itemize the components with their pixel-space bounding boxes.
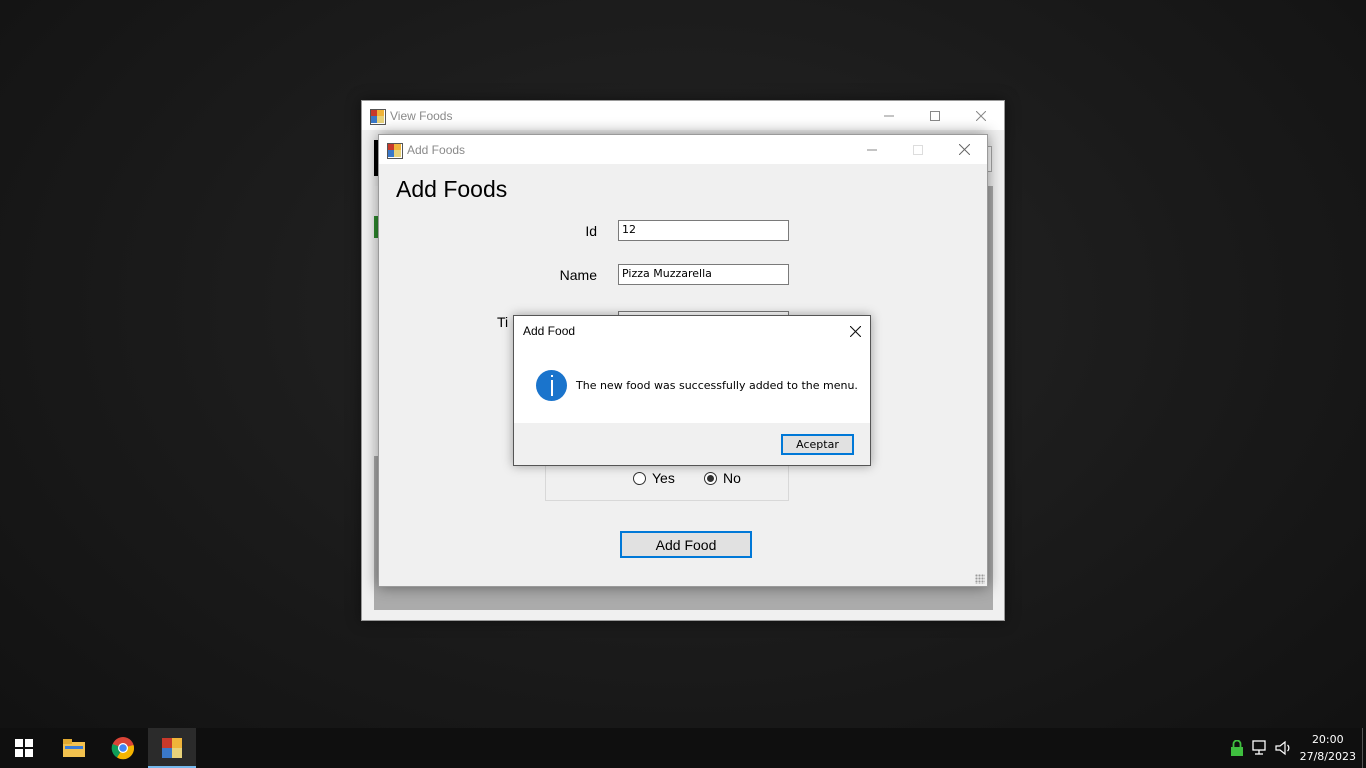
app-icon: [162, 738, 182, 758]
taskbar: 20:00 27/8/2023: [0, 728, 1366, 768]
close-icon: [976, 110, 986, 121]
add-foods-title: Add Foods: [407, 142, 466, 157]
minimize-icon: [884, 115, 894, 116]
radio-yes-label: Yes: [652, 470, 675, 486]
message-text: The new food was successfully added to t…: [576, 379, 858, 392]
file-explorer-icon: [63, 739, 85, 757]
view-foods-title: View Foods: [390, 108, 453, 123]
add-foods-titlebar[interactable]: Add Foods: [379, 135, 987, 164]
minimize-icon: [867, 149, 877, 150]
chrome-icon: [111, 737, 135, 760]
message-box-title: Add Food: [523, 324, 576, 338]
clock-date: 27/8/2023: [1299, 750, 1356, 763]
windows-start-icon: [15, 739, 33, 757]
start-button[interactable]: [0, 728, 48, 768]
message-box-footer: Aceptar: [514, 423, 870, 465]
show-desktop-button[interactable]: [1362, 728, 1366, 768]
taskbar-file-explorer[interactable]: [50, 728, 98, 768]
radio-no-circle[interactable]: [704, 471, 717, 485]
radio-no[interactable]: No: [704, 470, 741, 486]
message-box-close-button[interactable]: [844, 320, 866, 342]
clock-time: 20:00: [1311, 733, 1344, 746]
info-icon: [536, 370, 567, 401]
maximize-icon: [930, 110, 940, 121]
resize-grip[interactable]: [975, 574, 985, 584]
close-button[interactable]: [941, 135, 987, 164]
lock-icon[interactable]: [1227, 738, 1247, 758]
app-icon: [387, 142, 403, 159]
aceptar-button[interactable]: Aceptar: [781, 434, 854, 455]
maximize-button: [895, 135, 941, 164]
name-field[interactable]: Pizza Muzzarella: [618, 264, 789, 285]
view-foods-titlebar[interactable]: View Foods: [362, 101, 1004, 130]
app-icon: [370, 108, 386, 125]
radio-yes[interactable]: Yes: [633, 470, 675, 486]
message-box[interactable]: Add Food The new food was successfully a…: [513, 315, 871, 466]
radio-no-label: No: [723, 470, 741, 486]
taskbar-app[interactable]: [148, 728, 196, 768]
close-icon: [849, 325, 861, 337]
close-button[interactable]: [958, 101, 1004, 130]
radio-yes-circle[interactable]: [633, 471, 646, 485]
minimize-button[interactable]: [849, 135, 895, 164]
add-food-button[interactable]: Add Food: [620, 531, 752, 558]
volume-icon[interactable]: [1274, 738, 1294, 758]
maximize-icon: [913, 144, 923, 155]
close-icon: [958, 144, 970, 155]
system-clock[interactable]: 20:00 27/8/2023: [1300, 731, 1356, 765]
page-title: Add Foods: [396, 176, 508, 202]
name-label: Name: [559, 267, 597, 283]
network-icon[interactable]: [1251, 738, 1271, 758]
id-label: Id: [585, 223, 597, 239]
maximize-button[interactable]: [912, 101, 958, 130]
id-field[interactable]: 12: [618, 220, 789, 241]
minimize-button[interactable]: [866, 101, 912, 130]
taskbar-chrome[interactable]: [99, 728, 147, 768]
